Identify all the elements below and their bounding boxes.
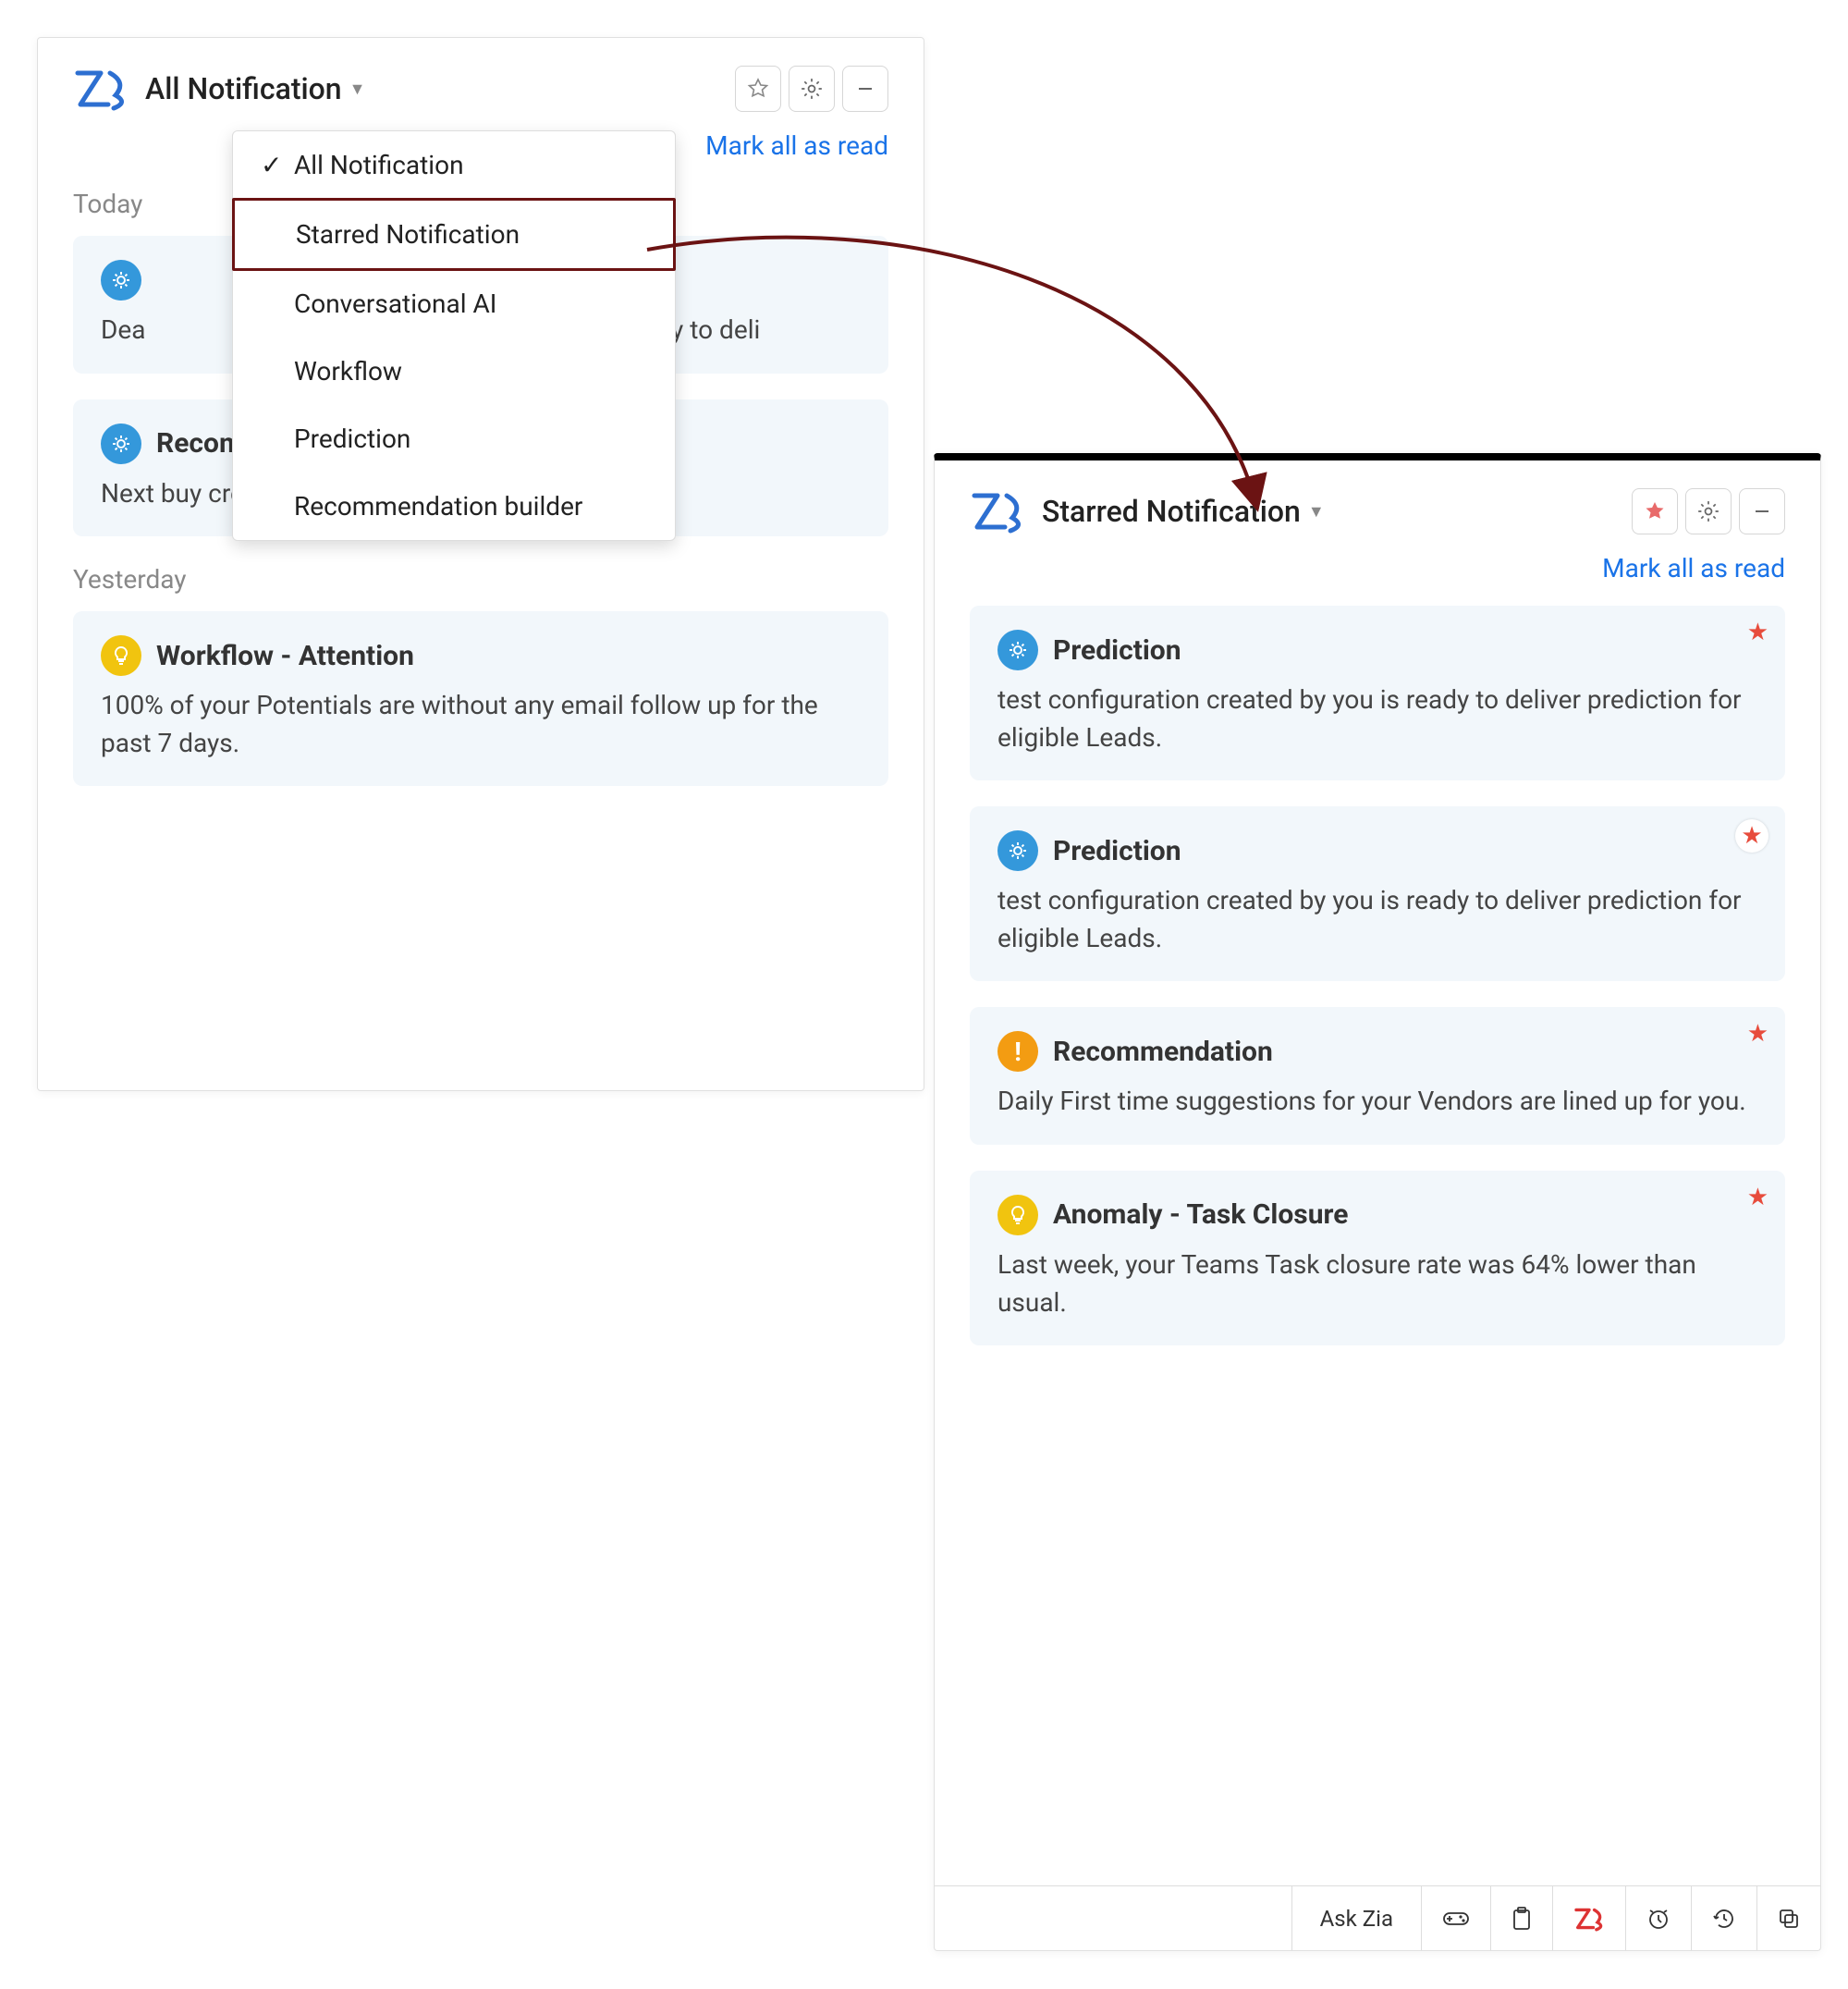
card-title: Prediction: [1053, 835, 1181, 867]
star-filter-button[interactable]: [1632, 488, 1678, 534]
card-title: Prediction: [1053, 634, 1181, 667]
settings-button[interactable]: [789, 66, 835, 112]
chevron-down-icon: ▼: [349, 80, 366, 99]
star-icon[interactable]: ★: [1747, 1020, 1768, 1048]
dropdown-item-conversational-ai[interactable]: Conversational AI: [233, 270, 675, 338]
panel-all-notification: All Notification ▼ Mark all as read Toda…: [37, 37, 924, 1091]
zia-logo-icon: [970, 488, 1025, 534]
notification-card[interactable]: ★ ! Recommendation Daily First time sugg…: [970, 1007, 1785, 1145]
history-icon: [1712, 1907, 1736, 1931]
copy-icon: [1778, 1908, 1800, 1930]
card-body: test configuration created by you is rea…: [997, 882, 1757, 957]
notification-card[interactable]: Workflow - Attention 100% of your Potent…: [73, 611, 888, 786]
clipboard-icon: [1511, 1907, 1532, 1931]
zia-logo-icon: [73, 66, 129, 112]
gamepad-icon: [1442, 1908, 1470, 1930]
alarm-button[interactable]: [1625, 1886, 1691, 1950]
bottom-toolbar: Ask Zia: [935, 1885, 1820, 1950]
header: All Notification ▼: [73, 66, 888, 112]
gear-icon: [997, 630, 1038, 670]
gear-icon: [101, 260, 141, 301]
bulb-icon: [997, 1195, 1038, 1235]
star-icon[interactable]: ★: [1747, 1184, 1768, 1211]
minus-icon: [856, 80, 875, 98]
settings-button[interactable]: [1685, 488, 1732, 534]
filter-dropdown-menu: ✓All Notification Starred Notification C…: [232, 130, 676, 541]
card-title: Workflow - Attention: [156, 640, 414, 672]
copy-button[interactable]: [1756, 1886, 1820, 1950]
panel-starred-notification: Starred Notification ▼ Mark all as read …: [934, 453, 1821, 1951]
zia-logo-icon: [1573, 1906, 1605, 1932]
dropdown-item-starred[interactable]: Starred Notification: [232, 198, 676, 271]
check-icon: ✓: [261, 150, 281, 180]
mark-all-read-link[interactable]: Mark all as read: [970, 553, 1785, 583]
star-outline-icon: [747, 78, 769, 100]
gear-icon: [101, 424, 141, 464]
history-button[interactable]: [1691, 1886, 1756, 1950]
gamepad-button[interactable]: [1421, 1886, 1490, 1950]
ask-zia-button[interactable]: Ask Zia: [1291, 1886, 1421, 1950]
filter-title: Starred Notification: [1042, 494, 1301, 529]
card-body: Last week, your Teams Task closure rate …: [997, 1246, 1757, 1321]
star-icon[interactable]: ★: [1747, 619, 1768, 646]
star-filled-icon: [1644, 500, 1666, 522]
card-body: 100% of your Potentials are without any …: [101, 687, 861, 762]
dropdown-item-workflow[interactable]: Workflow: [233, 338, 675, 405]
card-body: Daily First time suggestions for your Ve…: [997, 1083, 1757, 1121]
chevron-down-icon: ▼: [1308, 502, 1325, 522]
filter-dropdown-trigger[interactable]: Starred Notification ▼: [1042, 494, 1325, 529]
minimize-button[interactable]: [1739, 488, 1785, 534]
zia-tab-button[interactable]: [1552, 1886, 1625, 1950]
dropdown-item-recommendation-builder[interactable]: Recommendation builder: [233, 473, 675, 540]
minimize-button[interactable]: [842, 66, 888, 112]
notification-card[interactable]: ★ Anomaly - Task Closure Last week, your…: [970, 1171, 1785, 1345]
bulb-icon: [101, 635, 141, 676]
notification-card[interactable]: ★ Prediction test configuration created …: [970, 806, 1785, 981]
alarm-clock-icon: [1646, 1907, 1671, 1931]
star-filter-button[interactable]: [735, 66, 781, 112]
gear-icon: [800, 77, 824, 101]
section-label-yesterday: Yesterday: [73, 564, 888, 595]
notification-card[interactable]: ★ Prediction test configuration created …: [970, 606, 1785, 780]
card-body: test configuration created by you is rea…: [997, 681, 1757, 756]
clipboard-button[interactable]: [1490, 1886, 1552, 1950]
dropdown-item-all[interactable]: ✓All Notification: [233, 131, 675, 199]
dropdown-item-prediction[interactable]: Prediction: [233, 405, 675, 473]
gear-icon: [997, 830, 1038, 871]
star-icon[interactable]: ★: [1735, 819, 1768, 853]
header: Starred Notification ▼: [970, 488, 1785, 534]
gear-icon: [1696, 499, 1720, 523]
filter-title: All Notification: [145, 71, 342, 106]
exclamation-icon: !: [997, 1031, 1038, 1072]
card-title: Recommendation: [1053, 1036, 1273, 1068]
filter-dropdown-trigger[interactable]: All Notification ▼: [145, 71, 365, 106]
card-title: Anomaly - Task Closure: [1053, 1198, 1348, 1231]
minus-icon: [1753, 502, 1771, 521]
